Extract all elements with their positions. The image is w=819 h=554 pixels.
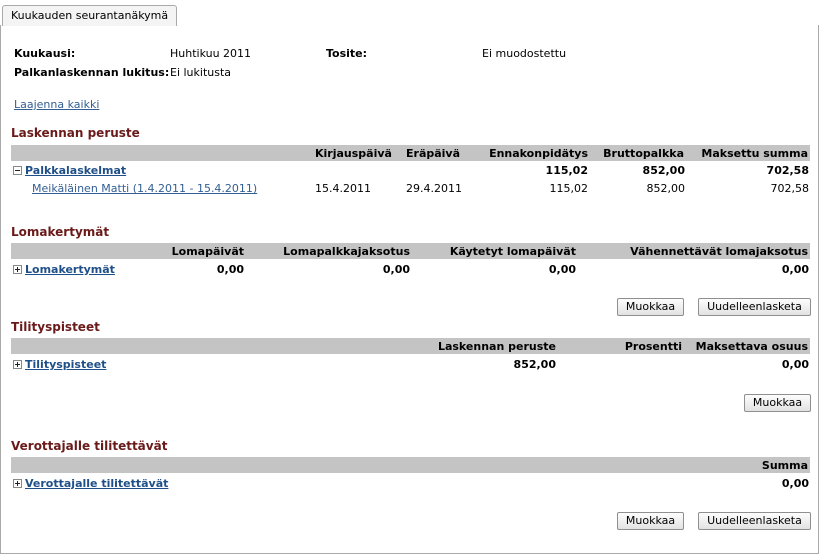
- basis-header-row: Kirjauspäivä Eräpäivä Ennakonpidätys Bru…: [11, 145, 810, 161]
- section-title-holiday: Lomakertymät: [11, 225, 110, 239]
- holiday-accrual-value: 0,00: [382, 263, 410, 276]
- employee-posted-date: 15.4.2011: [315, 182, 371, 195]
- tax-sum-value: 0,00: [781, 477, 809, 490]
- col-sum: Summa: [761, 459, 808, 472]
- section-title-tax: Verottajalle tilitettävät: [11, 439, 168, 453]
- employee-gross: 852,00: [646, 182, 686, 195]
- holiday-recalculate-button[interactable]: Uudelleenlasketa: [698, 298, 811, 316]
- content-panel: [0, 25, 819, 554]
- payslips-withholding: 115,02: [545, 164, 588, 177]
- month-value: Huhtikuu 2011: [170, 47, 252, 60]
- col-calc-basis: Laskennan peruste: [437, 340, 556, 353]
- employee-row-link[interactable]: Meikäläinen Matti (1.4.2011 - 15.4.2011): [32, 182, 257, 195]
- col-due-date: Eräpäivä: [406, 147, 461, 160]
- holiday-deducted-value: 0,00: [781, 263, 809, 276]
- employee-due-date: 29.4.2011: [406, 182, 462, 195]
- section-title-settlement: Tilityspisteet: [11, 320, 100, 334]
- holiday-used-value: 0,00: [548, 263, 576, 276]
- tab-bar: Kuukauden seurantanäkymä: [0, 0, 819, 26]
- holiday-group-link[interactable]: Lomakertymät: [25, 263, 115, 276]
- tax-group-link[interactable]: Verottajalle tilitettävät: [25, 477, 168, 490]
- voucher-label: Tosite:: [326, 47, 368, 60]
- expand-icon[interactable]: [13, 360, 22, 369]
- col-percent: Prosentti: [624, 340, 682, 353]
- col-gross-pay: Bruttopalkka: [603, 147, 684, 160]
- tax-header-row: Summa: [11, 457, 810, 473]
- settlement-header-row: Laskennan peruste Prosentti Maksettava o…: [11, 338, 810, 354]
- tab-monthly-tracking[interactable]: Kuukauden seurantanäkymä: [2, 5, 178, 26]
- month-label: Kuukausi:: [14, 47, 76, 60]
- lock-label: Palkanlaskennan lukitus:: [14, 66, 170, 79]
- expand-all-link[interactable]: Laajenna kaikki: [14, 98, 99, 111]
- tax-recalculate-button[interactable]: Uudelleenlasketa: [698, 512, 811, 530]
- settlement-basis-value: 852,00: [513, 358, 556, 371]
- settlement-group-link[interactable]: Tilityspisteet: [25, 358, 106, 371]
- employee-withholding: 115,02: [549, 182, 589, 195]
- settlement-payable-value: 0,00: [781, 358, 809, 371]
- col-payable-share: Maksettava osuus: [695, 340, 808, 353]
- payslips-paid: 702,58: [766, 164, 809, 177]
- col-posted-date: Kirjauspäivä: [315, 147, 392, 160]
- holiday-edit-button[interactable]: Muokkaa: [617, 298, 684, 316]
- col-deducted-accrual: Vähennettävät lomajaksotus: [630, 245, 808, 258]
- collapse-icon[interactable]: [13, 166, 22, 175]
- section-title-basis: Laskennan peruste: [11, 126, 140, 140]
- settlement-edit-button[interactable]: Muokkaa: [744, 394, 811, 412]
- lock-value: Ei lukitusta: [170, 66, 232, 79]
- col-holiday-accrual: Lomapalkkajaksotus: [283, 245, 410, 258]
- holiday-days-value: 0,00: [216, 263, 244, 276]
- col-paid-sum: Maksettu summa: [701, 147, 808, 160]
- expand-icon[interactable]: [13, 479, 22, 488]
- voucher-value: Ei muodostettu: [482, 47, 567, 60]
- col-used-holiday-days: Käytetyt lomapäivät: [449, 245, 576, 258]
- employee-paid: 702,58: [770, 182, 810, 195]
- expand-icon[interactable]: [13, 265, 22, 274]
- col-holiday-days: Lomapäivät: [171, 245, 244, 258]
- col-withholding: Ennakonpidätys: [489, 147, 588, 160]
- payslips-group-link[interactable]: Palkkalaskelmat: [25, 164, 126, 177]
- payslips-gross: 852,00: [642, 164, 685, 177]
- tax-edit-button[interactable]: Muokkaa: [617, 512, 684, 530]
- holiday-header-row: Lomapäivät Lomapalkkajaksotus Käytetyt l…: [11, 243, 810, 259]
